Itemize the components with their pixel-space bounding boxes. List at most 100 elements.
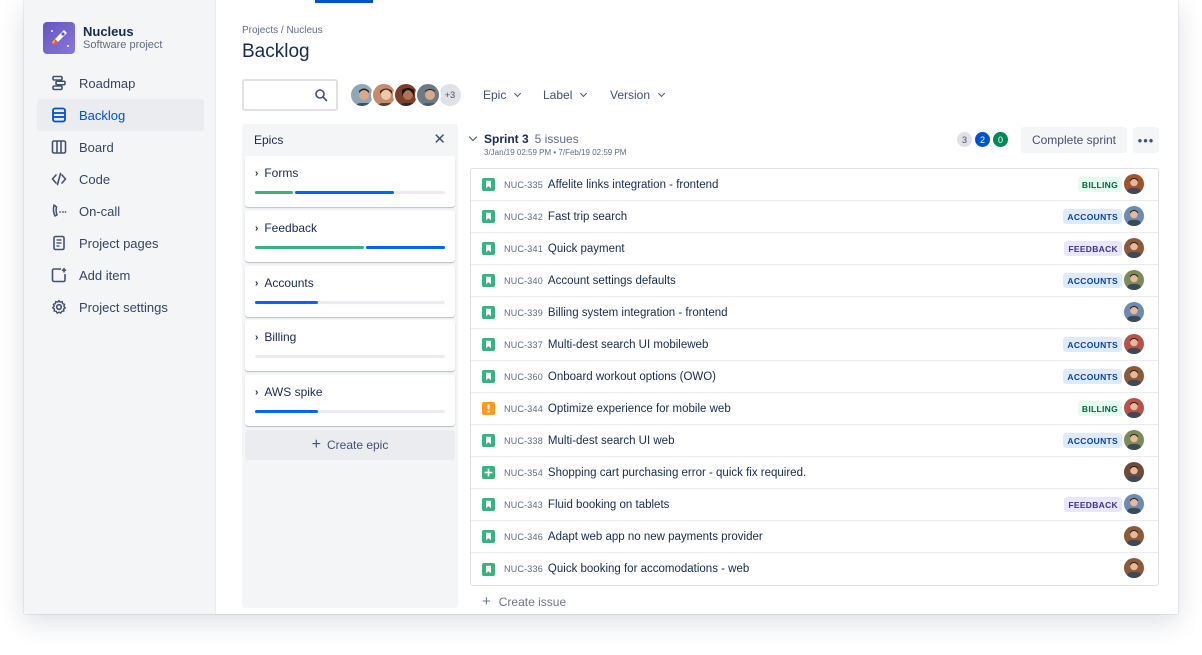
- assignee-avatar[interactable]: [1124, 270, 1144, 290]
- issue-key[interactable]: NUC-346: [504, 532, 543, 542]
- issue-key[interactable]: NUC-342: [504, 212, 543, 222]
- issue-row[interactable]: NUC-343 Fluid booking on tablets FEEDBACK: [471, 489, 1158, 521]
- breadcrumb[interactable]: Projects / Nucleus: [242, 25, 323, 36]
- issue-key[interactable]: NUC-335: [504, 180, 543, 190]
- assignee-avatar[interactable]: [1124, 430, 1144, 450]
- sidebar-item-label: Code: [79, 171, 111, 187]
- sidebar-item-label: Backlog: [79, 107, 126, 123]
- chevron-down-icon: [580, 89, 588, 98]
- issue-label[interactable]: ACCOUNTS: [1063, 369, 1122, 384]
- sprint-dates: 3/Jan/19 02:59 PM • 7/Feb/19 02:59 PM: [484, 148, 627, 157]
- sidebar-item-label: Add item: [79, 267, 131, 283]
- epic-progress-segment: [255, 301, 318, 304]
- project-rocket-icon: [43, 22, 75, 54]
- issue-summary: Account settings defaults: [547, 274, 676, 287]
- create-issue-button[interactable]: + Create issue: [482, 593, 566, 610]
- epic-name-row: › Feedback: [255, 221, 445, 235]
- sidebar-item-label: Project pages: [79, 235, 159, 251]
- epic-card[interactable]: › Forms: [245, 156, 455, 207]
- issue-label[interactable]: ACCOUNTS: [1063, 273, 1122, 288]
- issue-summary: Multi-dest search UI mobileweb: [547, 338, 709, 351]
- issue-key[interactable]: NUC-340: [504, 276, 543, 286]
- issue-row[interactable]: NUC-346 Adapt web app no new payments pro…: [471, 521, 1158, 553]
- more-actions-button[interactable]: •••: [1133, 127, 1159, 153]
- issue-summary: Quick payment: [547, 242, 625, 255]
- issue-summary: Multi-dest search UI web: [547, 434, 675, 447]
- issue-label[interactable]: BILLING: [1077, 401, 1122, 416]
- sidebar-item-add-item[interactable]: Add item: [37, 259, 204, 291]
- issue-key[interactable]: NUC-360: [504, 372, 543, 382]
- assignee-avatar[interactable]: [1124, 558, 1144, 578]
- sidebar-item-label: Board: [79, 139, 114, 155]
- complete-sprint-button[interactable]: Complete sprint: [1021, 127, 1127, 153]
- issue-label[interactable]: FEEDBACK: [1064, 241, 1122, 256]
- issue-key[interactable]: NUC-344: [504, 404, 543, 414]
- app-window: Nucleus Software project Roadmap Backlog B…: [24, 0, 1178, 614]
- close-icon[interactable]: ✕: [433, 132, 446, 147]
- issue-key[interactable]: NUC-341: [504, 244, 543, 254]
- assignee-avatar[interactable]: [1124, 462, 1144, 482]
- issue-row[interactable]: NUC-339 Billing system integration - fron…: [471, 297, 1158, 329]
- issue-row[interactable]: NUC-337 Multi-dest search UI mobileweb ACC…: [471, 329, 1158, 361]
- epic-card[interactable]: › AWS spike: [245, 375, 455, 426]
- issue-row[interactable]: NUC-336 Quick booking for accomodations -…: [471, 553, 1158, 585]
- issue-key[interactable]: NUC-337: [504, 340, 543, 350]
- assignee-avatar[interactable]: [1124, 526, 1144, 546]
- sidebar-item-backlog[interactable]: Backlog: [37, 99, 204, 131]
- assignee-avatar[interactable]: [1124, 206, 1144, 226]
- sidebar-item-on-call[interactable]: On-call: [37, 195, 204, 227]
- assignee-avatar[interactable]: [1124, 302, 1144, 322]
- chevron-right-icon: ›: [255, 386, 259, 398]
- issue-key[interactable]: NUC-343: [504, 500, 543, 510]
- issue-label[interactable]: ACCOUNTS: [1063, 209, 1122, 224]
- sidebar-item-roadmap[interactable]: Roadmap: [37, 67, 204, 99]
- issue-label[interactable]: ACCOUNTS: [1063, 337, 1122, 352]
- assignee-avatar[interactable]: [1124, 238, 1144, 258]
- issue-row[interactable]: NUC-338 Multi-dest search UI web ACCOUNTS: [471, 425, 1158, 457]
- issue-label[interactable]: ACCOUNTS: [1063, 433, 1122, 448]
- issue-row[interactable]: NUC-344 Optimize experience for mobile we…: [471, 393, 1158, 425]
- epic-card[interactable]: › Accounts: [245, 266, 455, 317]
- issue-label[interactable]: BILLING: [1077, 177, 1122, 192]
- active-tab-indicator: [315, 0, 373, 3]
- issue-key[interactable]: NUC-354: [504, 468, 543, 478]
- sprint-header[interactable]: Sprint 3 5 issues 3/Jan/19 02:59 PM • 7/…: [468, 132, 627, 157]
- epic-card[interactable]: › Billing: [245, 320, 455, 371]
- assignee-avatar[interactable]: [1124, 398, 1144, 418]
- assignee-avatar[interactable]: [1124, 174, 1144, 194]
- new-feature-icon: [482, 466, 495, 479]
- epic-filter-label: Epic: [483, 88, 507, 102]
- issue-key[interactable]: NUC-336: [504, 564, 543, 574]
- issue-label[interactable]: FEEDBACK: [1064, 497, 1122, 512]
- plus-icon: +: [311, 436, 321, 453]
- issue-row[interactable]: NUC-340 Account settings defaults ACCOUNTS: [471, 265, 1158, 297]
- sidebar: Nucleus Software project Roadmap Backlog B…: [24, 0, 216, 614]
- issue-row[interactable]: NUC-342 Fast trip search ACCOUNTS: [471, 201, 1158, 233]
- assignee-avatar[interactable]: [1124, 366, 1144, 386]
- issue-key[interactable]: NUC-338: [504, 436, 543, 446]
- project-header[interactable]: Nucleus Software project: [43, 22, 162, 54]
- create-epic-button[interactable]: + Create epic: [245, 430, 455, 460]
- sidebar-item-project-settings[interactable]: Project settings: [37, 291, 204, 323]
- search-input[interactable]: [242, 79, 338, 111]
- sidebar-item-board[interactable]: Board: [37, 131, 204, 163]
- issue-row[interactable]: NUC-335 Affelite links integration - fron…: [471, 169, 1158, 201]
- issue-row[interactable]: NUC-341 Quick payment FEEDBACK: [471, 233, 1158, 265]
- epic-name-row: › AWS spike: [255, 385, 445, 399]
- assignee-avatar[interactable]: [1124, 334, 1144, 354]
- on-call-icon: [51, 203, 67, 219]
- issue-key[interactable]: NUC-339: [504, 308, 543, 318]
- sprint-issue-count: 5 issues: [534, 132, 579, 146]
- epic-filter-dropdown[interactable]: Epic: [483, 88, 522, 102]
- issue-row[interactable]: NUC-360 Onboard workout options (OWO) ACCO…: [471, 361, 1158, 393]
- label-filter-dropdown[interactable]: Label: [543, 88, 588, 102]
- version-filter-dropdown[interactable]: Version: [610, 88, 666, 102]
- chevron-down-icon[interactable]: [468, 132, 478, 142]
- assignee-avatar[interactable]: [1124, 494, 1144, 514]
- sidebar-item-project-pages[interactable]: Project pages: [37, 227, 204, 259]
- issue-row[interactable]: NUC-354 Shopping cart purchasing error - …: [471, 457, 1158, 489]
- sidebar-item-code[interactable]: Code: [37, 163, 204, 195]
- epic-card[interactable]: › Feedback: [245, 211, 455, 262]
- story-icon: [482, 498, 495, 511]
- avatar[interactable]: [415, 82, 441, 108]
